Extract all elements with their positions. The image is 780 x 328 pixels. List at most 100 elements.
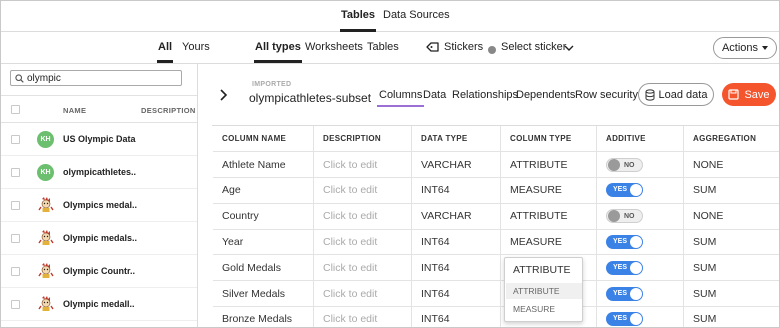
dropdown-option-attribute[interactable]: ATTRIBUTE [506, 283, 582, 299]
column-name-cell-text[interactable]: Age [222, 184, 241, 196]
chevron-down-icon[interactable] [564, 43, 574, 51]
description-cell-text[interactable]: Click to edit [323, 210, 377, 222]
row-checkbox[interactable] [11, 168, 20, 177]
additive-toggle[interactable]: YES [606, 234, 643, 249]
column-type-dropdown[interactable]: ATTRIBUTE ATTRIBUTE MEASURE [504, 257, 583, 322]
stickers-button[interactable]: Stickers [444, 41, 483, 53]
aggregation-cell: SUM [684, 281, 779, 306]
table-list-item[interactable]: Olympic medall.. [1, 288, 197, 321]
column-type-cell[interactable]: ATTRIBUTE [501, 152, 597, 177]
filter-tables[interactable]: Tables [367, 41, 399, 53]
filter-all-types[interactable]: All types [254, 41, 302, 63]
column-type-cell[interactable]: MEASURE [501, 229, 597, 255]
additive-cell: YES [597, 229, 684, 255]
description-cell[interactable]: Click to edit [314, 255, 412, 281]
row-checkbox[interactable] [11, 300, 20, 309]
description-cell-text[interactable]: Click to edit [323, 159, 377, 171]
tab-relationships[interactable]: Relationships [452, 89, 518, 101]
description-cell[interactable]: Click to edit [314, 177, 412, 203]
top-nav: Tables Data Sources [1, 1, 779, 32]
column-name-cell[interactable]: Athlete Name [213, 152, 314, 177]
description-cell-text[interactable]: Click to edit [323, 313, 377, 325]
tab-row-security[interactable]: Row security [575, 89, 638, 101]
description-cell-text[interactable]: Click to edit [323, 236, 377, 248]
additive-toggle[interactable]: NO [606, 157, 643, 172]
column-type-cell[interactable]: MEASURE [501, 177, 597, 203]
column-type-cell-text[interactable]: MEASURE [510, 236, 562, 248]
additive-toggle[interactable]: NO [606, 209, 643, 224]
description-cell[interactable]: Click to edit [314, 306, 412, 327]
additive-toggle[interactable]: YES [606, 260, 643, 275]
data-type-cell: INT64 [412, 281, 501, 306]
description-cell[interactable]: Click to edit [314, 152, 412, 177]
aggregation-cell-text: SUM [693, 235, 717, 248]
column-name-cell[interactable]: Age [213, 177, 314, 203]
toggle-label: YES [613, 237, 628, 245]
toggle-label: NO [624, 161, 635, 169]
search-value: olympic [27, 72, 61, 84]
dropdown-option-measure[interactable]: MEASURE [506, 301, 582, 317]
load-data-button[interactable]: Load data [638, 83, 714, 106]
save-button[interactable]: Save [722, 83, 776, 106]
tab-data-sources[interactable]: Data Sources [383, 9, 450, 21]
tab-dependents[interactable]: Dependents [516, 89, 575, 101]
select-all-checkbox[interactable] [11, 105, 20, 114]
column-name-cell[interactable]: Year [213, 229, 314, 255]
description-cell-text[interactable]: Click to edit [323, 288, 377, 300]
search-input[interactable]: olympic [10, 70, 182, 86]
tab-data[interactable]: Data [423, 89, 446, 101]
table-list-item-name: Olympic Countr.. [63, 266, 136, 276]
description-cell[interactable]: Click to edit [314, 229, 412, 255]
description-cell[interactable]: Click to edit [314, 203, 412, 229]
data-type-cell: INT64 [412, 229, 501, 255]
additive-cell: YES [597, 306, 684, 327]
aggregation-cell: SUM [684, 307, 779, 327]
expand-chevron-icon[interactable] [218, 88, 228, 105]
column-name-cell-text[interactable]: Country [222, 210, 259, 222]
actions-button[interactable]: Actions [713, 37, 777, 59]
column-name-cell-text[interactable]: Silver Medals [222, 288, 285, 300]
table-list-item[interactable]: Olympic medals.. [1, 222, 197, 255]
column-name-cell-text[interactable]: Year [222, 236, 243, 248]
column-type-cell-text[interactable]: ATTRIBUTE [510, 210, 568, 222]
row-checkbox[interactable] [11, 135, 20, 144]
table-row: Bronze Medals Click to edit INT64 YES SUM [213, 306, 779, 327]
filter-worksheets[interactable]: Worksheets [305, 41, 363, 53]
column-type-cell[interactable]: ATTRIBUTE [501, 203, 597, 229]
additive-toggle[interactable]: YES [606, 312, 643, 327]
table-list-item[interactable]: KH US Olympic Data [1, 123, 197, 156]
additive-toggle[interactable]: YES [606, 286, 643, 301]
table-list-item-name: Olympics medal.. [63, 200, 138, 210]
description-cell-text[interactable]: Click to edit [323, 184, 377, 196]
table-list-item[interactable]: KH olympicathletes.. [1, 156, 197, 189]
tab-tables[interactable]: Tables [339, 9, 377, 32]
select-sticker-dropdown[interactable]: Select sticker [501, 41, 566, 53]
row-checkbox[interactable] [11, 234, 20, 243]
tab-columns[interactable]: Columns [376, 89, 425, 107]
data-type-cell-text: INT64 [421, 261, 450, 274]
column-type-cell-text[interactable]: MEASURE [510, 184, 562, 196]
table-list-item[interactable]: Olympics medal.. [1, 189, 197, 222]
description-cell[interactable]: Click to edit [314, 281, 412, 306]
table-row: Athlete Name Click to edit VARCHAR ATTRIBUT… [213, 152, 779, 178]
column-name-cell-text[interactable]: Gold Medals [222, 262, 281, 274]
additive-toggle[interactable]: YES [606, 183, 643, 198]
column-name-cell-text[interactable]: Athlete Name [222, 159, 286, 171]
row-checkbox[interactable] [11, 201, 20, 210]
description-cell-text[interactable]: Click to edit [323, 262, 377, 274]
row-checkbox[interactable] [11, 267, 20, 276]
header-column-name: COLUMN NAME [213, 126, 314, 151]
filter-yours[interactable]: Yours [182, 41, 210, 53]
header-description: DESCRIPTION [314, 126, 412, 151]
data-type-cell: VARCHAR [412, 203, 501, 229]
column-type-cell-text[interactable]: ATTRIBUTE [510, 159, 568, 171]
column-name-cell-text[interactable]: Bronze Medals [222, 313, 292, 325]
column-name-cell[interactable]: Bronze Medals [213, 306, 314, 327]
table-list-item[interactable]: Olympic Countr.. [1, 255, 197, 288]
filter-all[interactable]: All [156, 41, 174, 63]
column-name-cell[interactable]: Country [213, 203, 314, 229]
column-name-cell[interactable]: Silver Medals [213, 281, 314, 306]
mascot-avatar-icon [37, 229, 55, 247]
header-aggregation: AGGREGATION [684, 126, 779, 151]
column-name-cell[interactable]: Gold Medals [213, 255, 314, 281]
